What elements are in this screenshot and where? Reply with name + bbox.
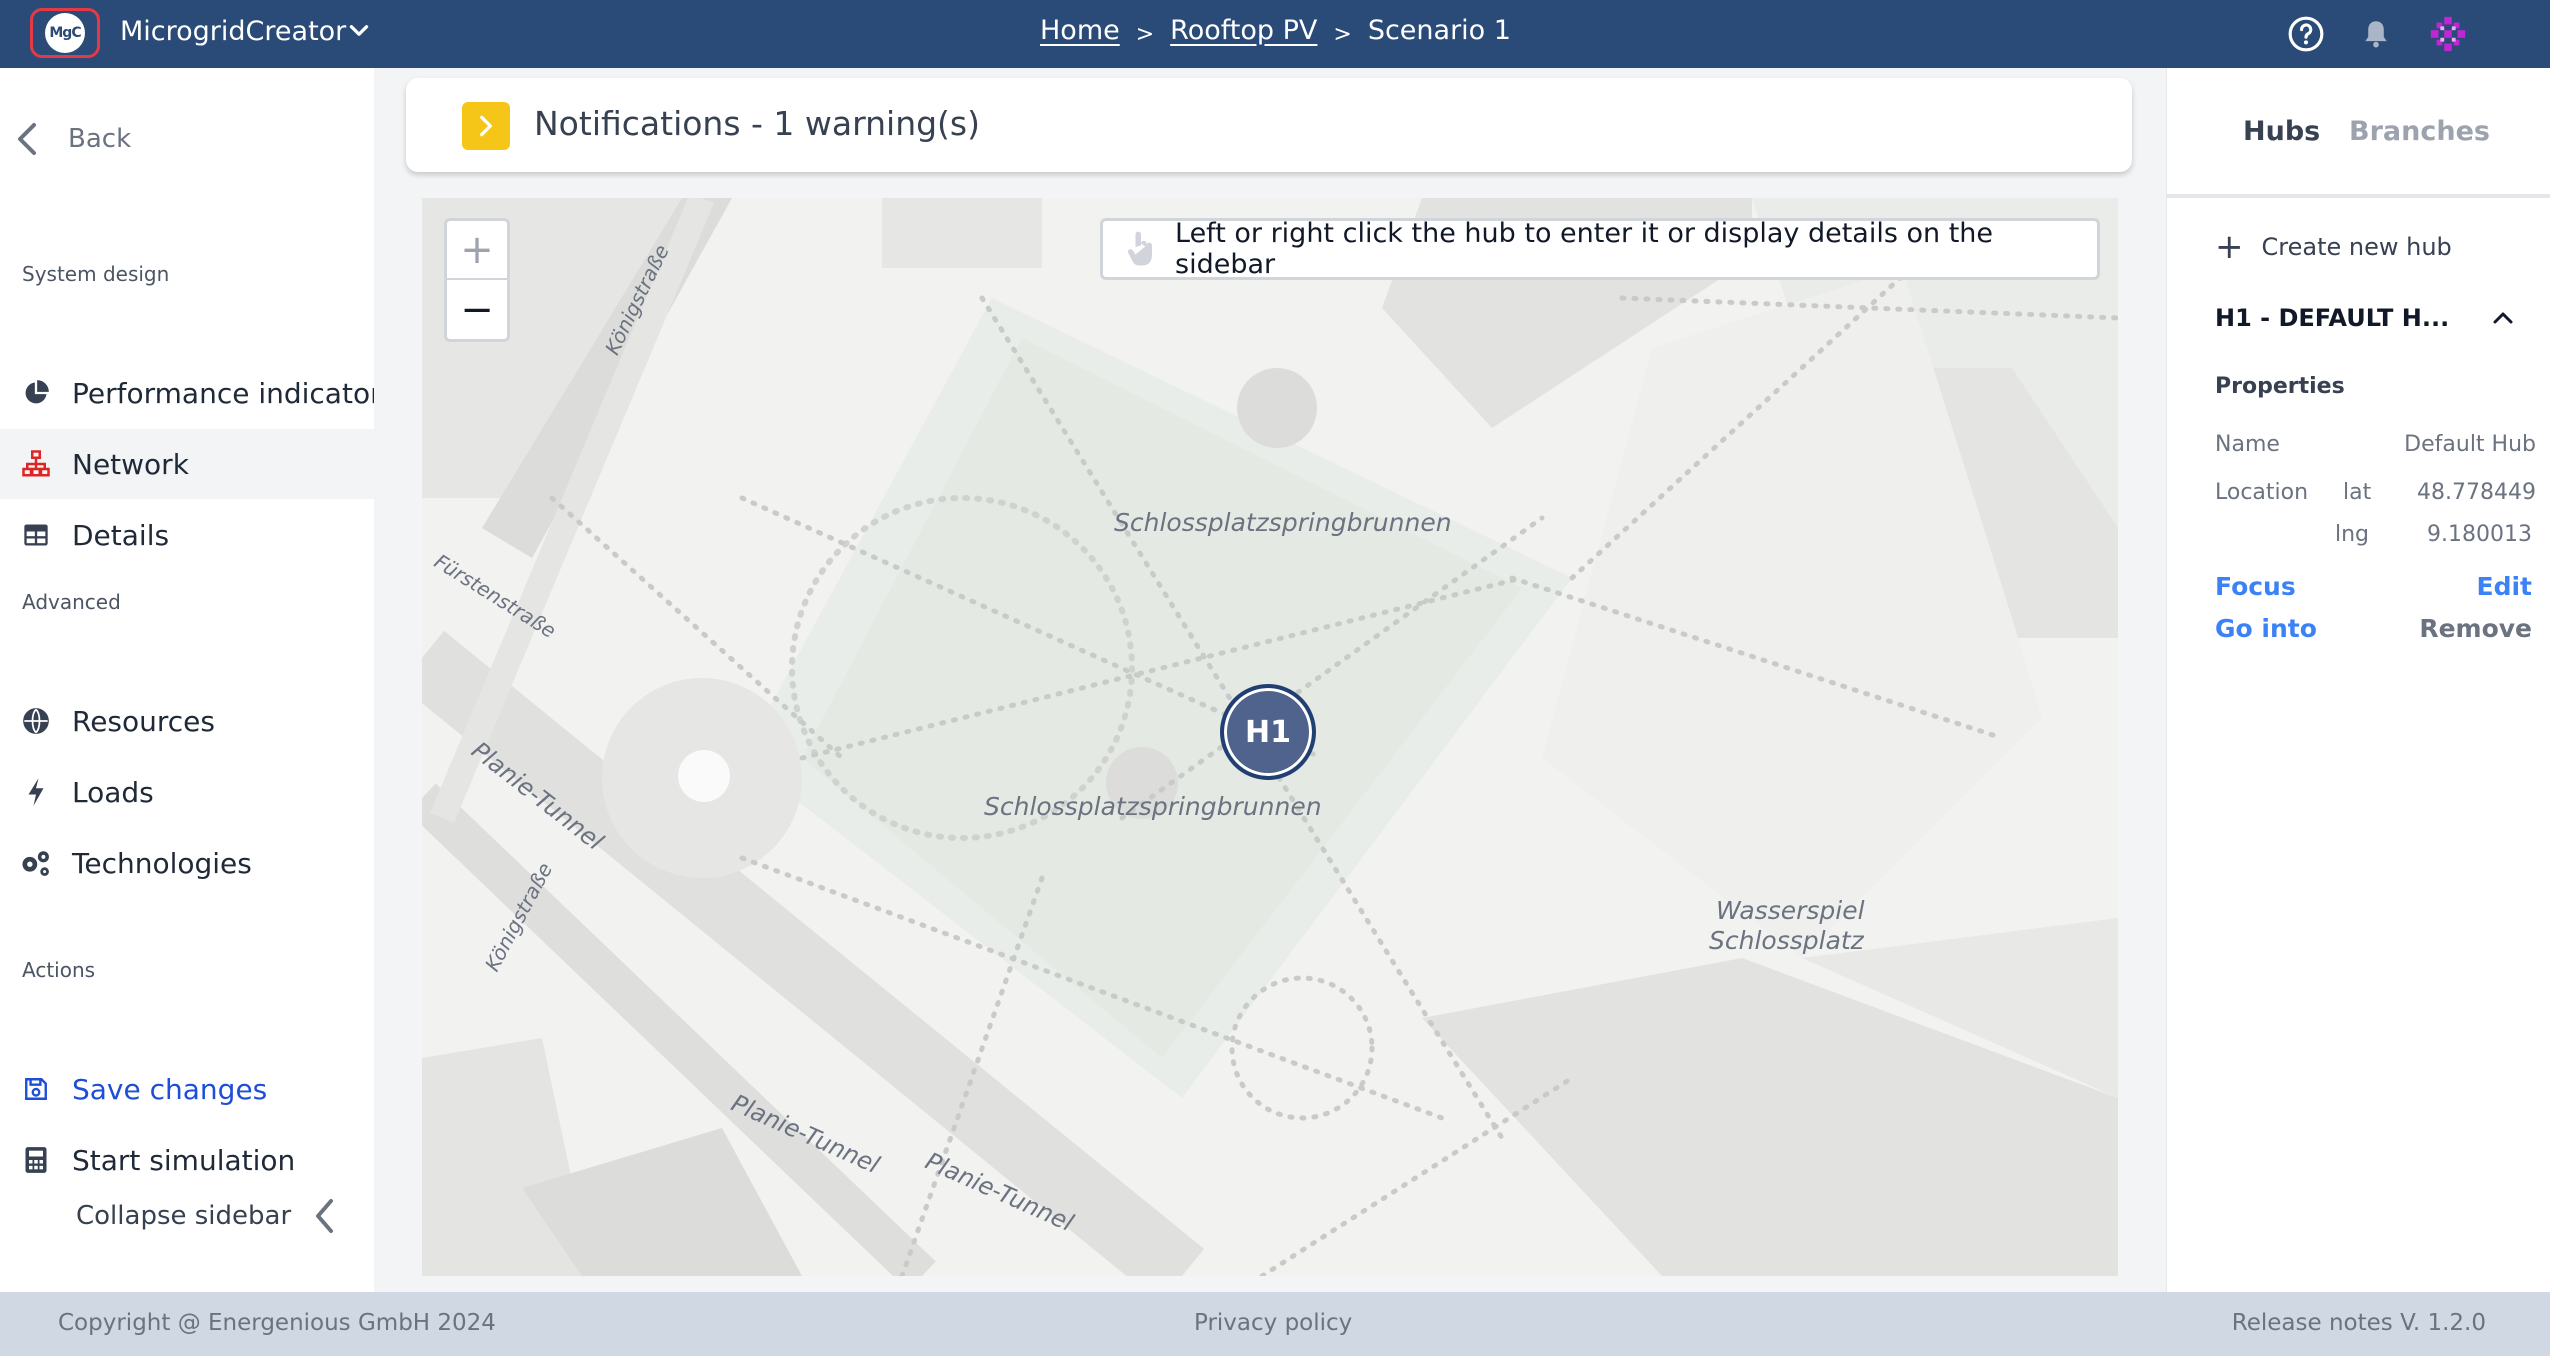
nav-technologies[interactable]: Technologies xyxy=(0,828,374,898)
zoom-controls: + − xyxy=(444,218,510,342)
breadcrumb-current: Scenario 1 xyxy=(1367,14,1511,46)
nav-resources[interactable]: Resources xyxy=(0,686,374,756)
app-name[interactable]: MicrogridCreator xyxy=(120,16,346,47)
nav-label: Resources xyxy=(72,704,215,738)
right-panel-tabs: Hubs Branches xyxy=(2167,68,2550,198)
create-hub-button[interactable]: + Create new hub xyxy=(2215,230,2452,264)
properties-title: Properties xyxy=(2215,374,2345,399)
name-label: Name xyxy=(2215,432,2280,457)
chevron-down-icon[interactable] xyxy=(346,18,372,44)
section-system-design: System design xyxy=(22,262,170,286)
top-header: MgC MicrogridCreator Home > Rooftop PV >… xyxy=(0,0,2550,68)
nav-label: Performance indicators xyxy=(72,376,374,410)
nav-label: Details xyxy=(72,518,170,552)
back-label: Back xyxy=(68,124,132,154)
gears-icon xyxy=(20,847,52,879)
hub-marker[interactable]: H1 xyxy=(1220,684,1316,780)
nav-label: Loads xyxy=(72,775,154,809)
name-value: Default Hub xyxy=(2404,432,2536,457)
chevron-up-icon[interactable] xyxy=(2491,308,2515,326)
lng-value: 9.180013 xyxy=(2427,522,2532,547)
plus-icon: + xyxy=(2215,227,2244,267)
breadcrumb-project[interactable]: Rooftop PV xyxy=(1170,15,1317,46)
map-hint-text: Left or right click the hub to enter it … xyxy=(1175,218,1994,280)
map-hint-tooltip: Left or right click the hub to enter it … xyxy=(1100,218,2100,280)
location-label: Location xyxy=(2215,480,2309,505)
app-logo[interactable]: MgC xyxy=(30,8,100,58)
section-actions: Actions xyxy=(22,958,96,982)
focus-link[interactable]: Focus xyxy=(2215,572,2296,601)
collapse-sidebar-button[interactable]: Collapse sidebar xyxy=(76,1198,335,1234)
nav-label: Start simulation xyxy=(72,1143,296,1177)
copyright-text: Copyright @ Energenious GmbH 2024 xyxy=(58,1310,496,1336)
lightning-icon xyxy=(20,776,52,808)
go-into-link[interactable]: Go into xyxy=(2215,614,2317,643)
breadcrumb: Home > Rooftop PV > Scenario 1 xyxy=(1040,10,1511,50)
tab-hubs[interactable]: Hubs xyxy=(2243,116,2320,147)
nav-loads[interactable]: Loads xyxy=(0,757,374,827)
logo-text: MgC xyxy=(49,25,81,41)
nav-label: Network xyxy=(72,447,189,481)
nav-network[interactable]: Network xyxy=(0,429,374,499)
calculator-icon xyxy=(20,1144,52,1176)
save-changes-button[interactable]: Save changes xyxy=(0,1054,374,1124)
pie-chart-icon xyxy=(20,377,52,409)
chevron-left-icon xyxy=(316,1199,334,1233)
release-notes-link[interactable]: Release notes V. 1.2.0 xyxy=(2232,1310,2486,1336)
right-panel: Hubs Branches + Create new hub H1 - DEFA… xyxy=(2166,68,2550,1292)
tab-branches[interactable]: Branches xyxy=(2349,116,2490,147)
map-view[interactable]: + − Left or right click the hub to enter… xyxy=(422,198,2118,1276)
chevron-left-icon xyxy=(18,123,36,155)
zoom-out-button[interactable]: − xyxy=(447,280,507,339)
footer: Copyright @ Energenious GmbH 2024 Privac… xyxy=(0,1292,2550,1356)
hand-pointer-icon xyxy=(1127,231,1152,266)
breadcrumb-separator: > xyxy=(1333,21,1352,47)
chevron-right-icon xyxy=(480,115,492,137)
map-poi-label: Schlossplatzspringbrunnen xyxy=(984,792,1322,821)
breadcrumb-separator: > xyxy=(1135,21,1155,47)
section-advanced: Advanced xyxy=(22,590,121,614)
globe-icon xyxy=(20,705,52,737)
logo-circle: MgC xyxy=(45,13,85,53)
nav-label: Save changes xyxy=(72,1072,268,1106)
edit-link[interactable]: Edit xyxy=(2477,572,2533,601)
lat-value: 48.778449 xyxy=(2417,480,2536,505)
table-icon xyxy=(20,519,52,551)
remove-link[interactable]: Remove xyxy=(2419,614,2532,643)
hub-accordion-title[interactable]: H1 - DEFAULT H... xyxy=(2215,304,2449,332)
privacy-policy-link[interactable]: Privacy policy xyxy=(1194,1310,1352,1336)
user-avatar-icon[interactable] xyxy=(2428,14,2468,54)
collapse-label: Collapse sidebar xyxy=(76,1201,292,1231)
bell-icon[interactable] xyxy=(2356,14,2396,54)
nav-label: Technologies xyxy=(72,846,252,880)
lat-label: lat xyxy=(2343,480,2372,505)
breadcrumb-home[interactable]: Home xyxy=(1040,15,1120,46)
map-poi-label: Schlossplatzspringbrunnen xyxy=(1114,508,1452,537)
nav-details[interactable]: Details xyxy=(0,500,374,570)
start-simulation-button[interactable]: Start simulation xyxy=(0,1125,374,1195)
network-icon xyxy=(20,448,52,480)
back-button[interactable]: Back xyxy=(16,122,131,156)
left-sidebar: Back System design Performance indicator… xyxy=(0,68,374,1292)
map-poi-label: Wasserspiel xyxy=(1716,896,1865,925)
map-poi-label: Schlossplatz xyxy=(1709,926,1864,955)
zoom-in-button[interactable]: + xyxy=(447,221,507,280)
create-hub-label: Create new hub xyxy=(2261,233,2452,261)
nav-performance-indicators[interactable]: Performance indicators xyxy=(0,358,374,428)
lng-label: lng xyxy=(2335,522,2370,547)
help-icon[interactable] xyxy=(2286,14,2326,54)
notifications-panel[interactable]: Notifications - 1 warning(s) xyxy=(406,78,2132,172)
notifications-title: Notifications - 1 warning(s) xyxy=(534,104,980,143)
save-icon xyxy=(20,1073,52,1105)
expand-notifications-button[interactable] xyxy=(462,102,510,150)
